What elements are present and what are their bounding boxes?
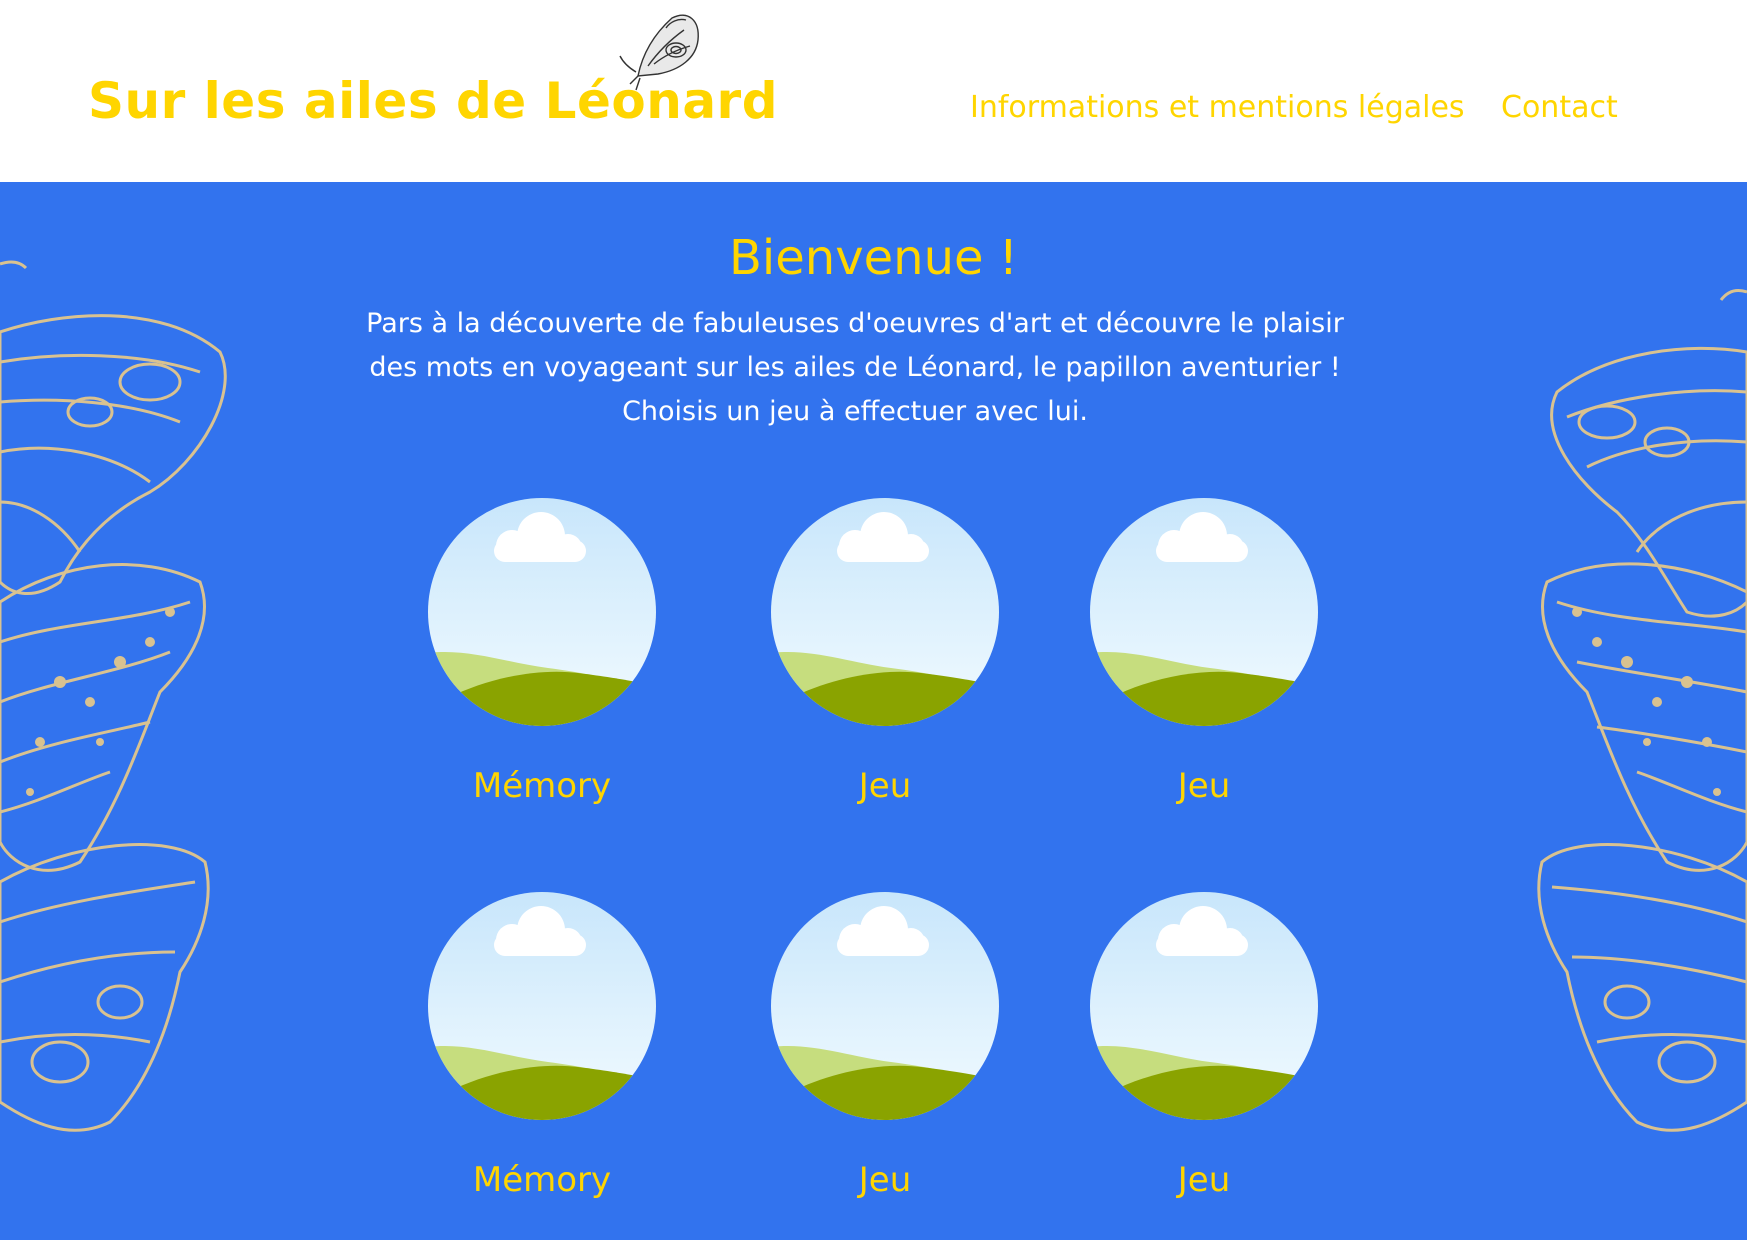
landscape-placeholder-icon[interactable] (428, 498, 656, 726)
butterfly-logo-icon (619, 14, 699, 91)
landscape-placeholder-icon[interactable] (771, 498, 999, 726)
main-section: Bienvenue ! Pars à la découverte de fabu… (0, 182, 1747, 1240)
game-label: Jeu (858, 1160, 912, 1200)
butterfly-wings-decoration-left (0, 260, 227, 1132)
game-card-jeu[interactable]: Jeu (1072, 498, 1332, 828)
welcome-line: Choisis un jeu à effectuer avec lui. (622, 396, 1088, 427)
game-label: Jeu (858, 766, 912, 806)
nav-contact-link[interactable]: Contact (1501, 90, 1618, 125)
game-card-memory[interactable]: Mémory (410, 498, 670, 828)
game-card-jeu[interactable]: Jeu (753, 892, 1013, 1222)
nav-info-legal-link[interactable]: Informations et mentions légales (970, 90, 1465, 125)
landscape-placeholder-icon[interactable] (1090, 498, 1318, 726)
game-card-jeu[interactable]: Jeu (753, 498, 1013, 828)
butterfly-wings-decoration-right (1537, 288, 1747, 1132)
game-label: Mémory (472, 766, 612, 806)
landscape-placeholder-icon[interactable] (771, 892, 999, 1120)
welcome-line: Pars à la découverte de fabuleuses d'oeu… (366, 308, 1344, 339)
welcome-description: Pars à la découverte de fabuleuses d'oeu… (330, 302, 1380, 434)
welcome-line: des mots en voyageant sur les ailes de L… (369, 352, 1341, 383)
landscape-placeholder-icon[interactable] (428, 892, 656, 1120)
game-card-memory[interactable]: Mémory (410, 892, 670, 1222)
game-label: Jeu (1177, 766, 1231, 806)
welcome-title: Bienvenue ! (728, 230, 1019, 286)
game-label: Mémory (472, 1160, 612, 1200)
site-header: Sur les ailes de Léonard Informations et… (0, 0, 1747, 182)
game-card-jeu[interactable]: Jeu (1072, 892, 1332, 1222)
landscape-placeholder-icon[interactable] (1090, 892, 1318, 1120)
game-label: Jeu (1177, 1160, 1231, 1200)
